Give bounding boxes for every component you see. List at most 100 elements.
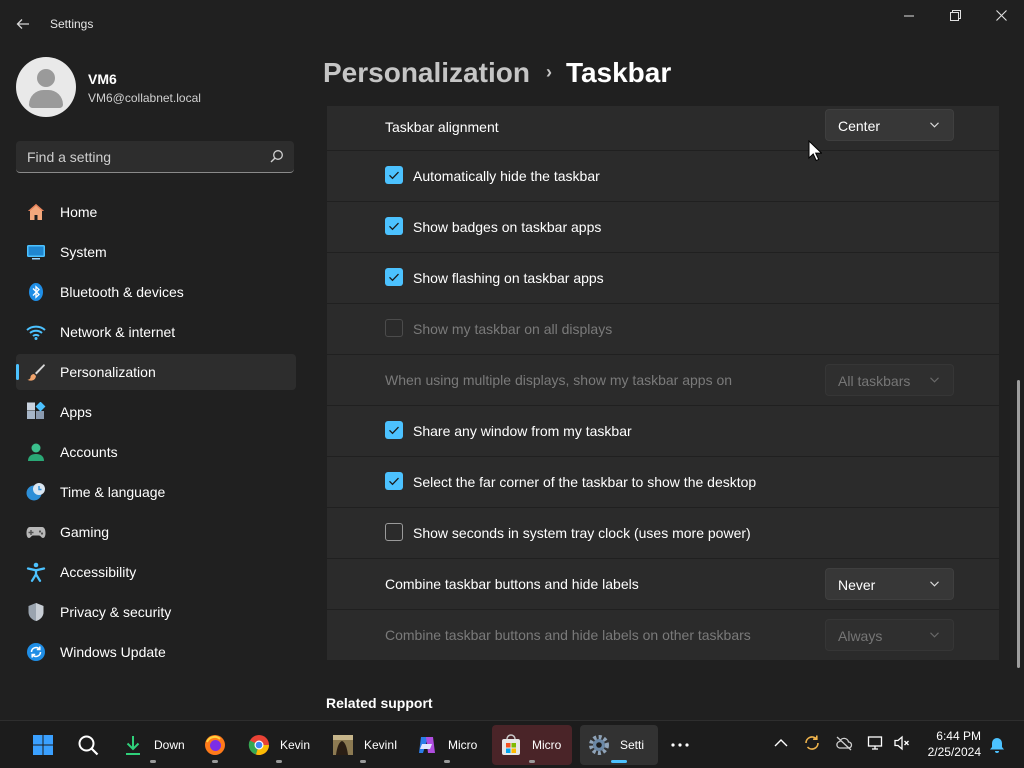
close-icon (995, 10, 1007, 21)
sidebar-item-gaming[interactable]: Gaming (16, 514, 296, 550)
search-box[interactable] (16, 141, 294, 173)
sidebar-item-network[interactable]: Network & internet (16, 314, 296, 350)
taskbar-app-label: Down (154, 738, 185, 752)
taskbar-app-label: Setti (620, 738, 645, 752)
setting-label: Automatically hide the taskbar (413, 168, 600, 184)
close-button[interactable] (978, 6, 1024, 28)
show-badges-checkbox[interactable] (385, 217, 403, 235)
taskbar-app-firefox[interactable] (196, 725, 234, 765)
related-support-heading: Related support (326, 695, 433, 711)
sidebar-item-label: Home (60, 204, 98, 220)
taskbar-alignment-dropdown[interactable]: Center (825, 109, 954, 141)
apps-icon (27, 402, 46, 419)
setting-show-flashing[interactable]: Show flashing on taskbar apps (327, 253, 999, 303)
show-flashing-checkbox[interactable] (385, 268, 403, 286)
taskbar-app-label: Micro (532, 738, 562, 752)
search-icon[interactable] (270, 149, 284, 163)
home-icon (28, 204, 44, 220)
back-button[interactable] (16, 13, 34, 35)
combine-buttons-dropdown[interactable]: Never (825, 568, 954, 600)
setting-label: Show my taskbar on all displays (413, 321, 613, 337)
sidebar-item-bluetooth[interactable]: Bluetooth & devices (16, 274, 296, 310)
taskbar-app-label: Micro (448, 738, 478, 752)
sidebar-item-time-language[interactable]: Time & language (16, 474, 296, 510)
sidebar-item-home[interactable]: Home (16, 194, 296, 230)
monitor-icon (27, 245, 45, 260)
volume-icon[interactable] (893, 734, 911, 752)
sidebar-item-label: Privacy & security (60, 604, 172, 620)
minimize-button[interactable] (886, 6, 932, 28)
sidebar-item-label: Time & language (60, 484, 166, 500)
taskbar-more-button[interactable] (664, 725, 696, 765)
sidebar-item-label: Gaming (60, 524, 110, 540)
sidebar-item-label: Apps (60, 404, 92, 420)
setting-far-corner-desktop[interactable]: Select the far corner of the taskbar to … (327, 457, 999, 507)
taskbar-search-button[interactable] (70, 725, 106, 765)
taskbar-behaviors-list: Taskbar alignment Center Automatically h… (327, 106, 999, 660)
notification-bell-icon[interactable] (988, 736, 1006, 754)
sidebar-item-windows-update[interactable]: Windows Update (16, 634, 296, 670)
setting-show-seconds[interactable]: Show seconds in system tray clock (uses … (327, 508, 999, 558)
dropdown-value: Center (838, 118, 881, 134)
setting-label: Combine taskbar buttons and hide labels (385, 576, 639, 592)
taskbar-app-label: KevinI (364, 738, 398, 752)
sidebar-item-accounts[interactable]: Accounts (16, 434, 296, 470)
chevron-down-icon (930, 581, 939, 587)
dropdown-value: Never (838, 577, 876, 593)
sidebar-item-label: Accounts (60, 444, 118, 460)
chevron-down-icon (930, 377, 939, 383)
search-input[interactable] (16, 141, 256, 172)
setting-taskbar-all-displays: Show my taskbar on all displays (327, 304, 999, 354)
taskbar-app-copilot[interactable]: Micro (408, 725, 486, 765)
sidebar-item-accessibility[interactable]: Accessibility (16, 554, 296, 590)
chevron-up-icon[interactable] (772, 734, 790, 752)
setting-show-badges[interactable]: Show badges on taskbar apps (327, 202, 999, 252)
mouse-cursor-icon (808, 140, 822, 162)
paintbrush-icon (27, 364, 45, 381)
sidebar-item-privacy[interactable]: Privacy & security (16, 594, 296, 630)
sidebar-item-apps[interactable]: Apps (16, 394, 296, 430)
sidebar-item-system[interactable]: System (16, 234, 296, 270)
show-seconds-checkbox[interactable] (385, 523, 403, 541)
title-bar: Settings (0, 0, 1024, 48)
clock-date[interactable]: 2/25/2024 (928, 745, 981, 759)
all-displays-checkbox (385, 319, 403, 337)
auto-hide-checkbox[interactable] (385, 166, 403, 184)
breadcrumb-separator: › (545, 62, 552, 82)
taskbar-app-image-viewer[interactable]: KevinI (324, 725, 402, 765)
store-icon (502, 734, 520, 755)
network-icon[interactable] (867, 734, 885, 752)
share-window-checkbox[interactable] (385, 421, 403, 439)
clock-time[interactable]: 6:44 PM (936, 729, 981, 743)
sidebar-item-label: Windows Update (60, 644, 166, 660)
breadcrumb-parent-link[interactable]: Personalization (323, 57, 530, 88)
setting-taskbar-alignment: Taskbar alignment Center (327, 106, 999, 150)
combine-buttons-other-dropdown: Always (825, 619, 954, 651)
sidebar-item-personalization[interactable]: Personalization (16, 354, 296, 390)
scrollbar-thumb[interactable] (1017, 380, 1020, 668)
far-corner-checkbox[interactable] (385, 472, 403, 490)
user-name: VM6 (88, 71, 117, 87)
sync-icon[interactable] (803, 734, 821, 752)
taskbar-app-downloads[interactable]: Down (114, 725, 192, 765)
page-title: Taskbar (565, 57, 672, 88)
clock-globe-icon (26, 483, 45, 501)
setting-share-window[interactable]: Share any window from my taskbar (327, 406, 999, 456)
user-profile[interactable]: VM6 VM6@collabnet.local (16, 57, 306, 119)
restore-button[interactable] (932, 6, 978, 28)
setting-label: Combine taskbar buttons and hide labels … (385, 627, 751, 643)
dropdown-value: All taskbars (838, 373, 911, 389)
taskbar-app-settings[interactable]: Setti (580, 725, 658, 765)
taskbar-app-chrome[interactable]: Kevin (240, 725, 318, 765)
checkmark-icon (389, 171, 399, 180)
taskbar-app-store[interactable]: Micro (492, 725, 572, 765)
cloud-icon[interactable] (835, 734, 853, 752)
start-button[interactable] (26, 725, 62, 765)
setting-auto-hide-taskbar[interactable]: Automatically hide the taskbar (327, 151, 999, 201)
arrow-left-icon (16, 19, 29, 29)
restore-icon (949, 10, 961, 21)
person-icon (28, 443, 44, 461)
download-icon (126, 736, 140, 755)
checkmark-icon (389, 222, 399, 231)
more-icon (671, 743, 689, 747)
